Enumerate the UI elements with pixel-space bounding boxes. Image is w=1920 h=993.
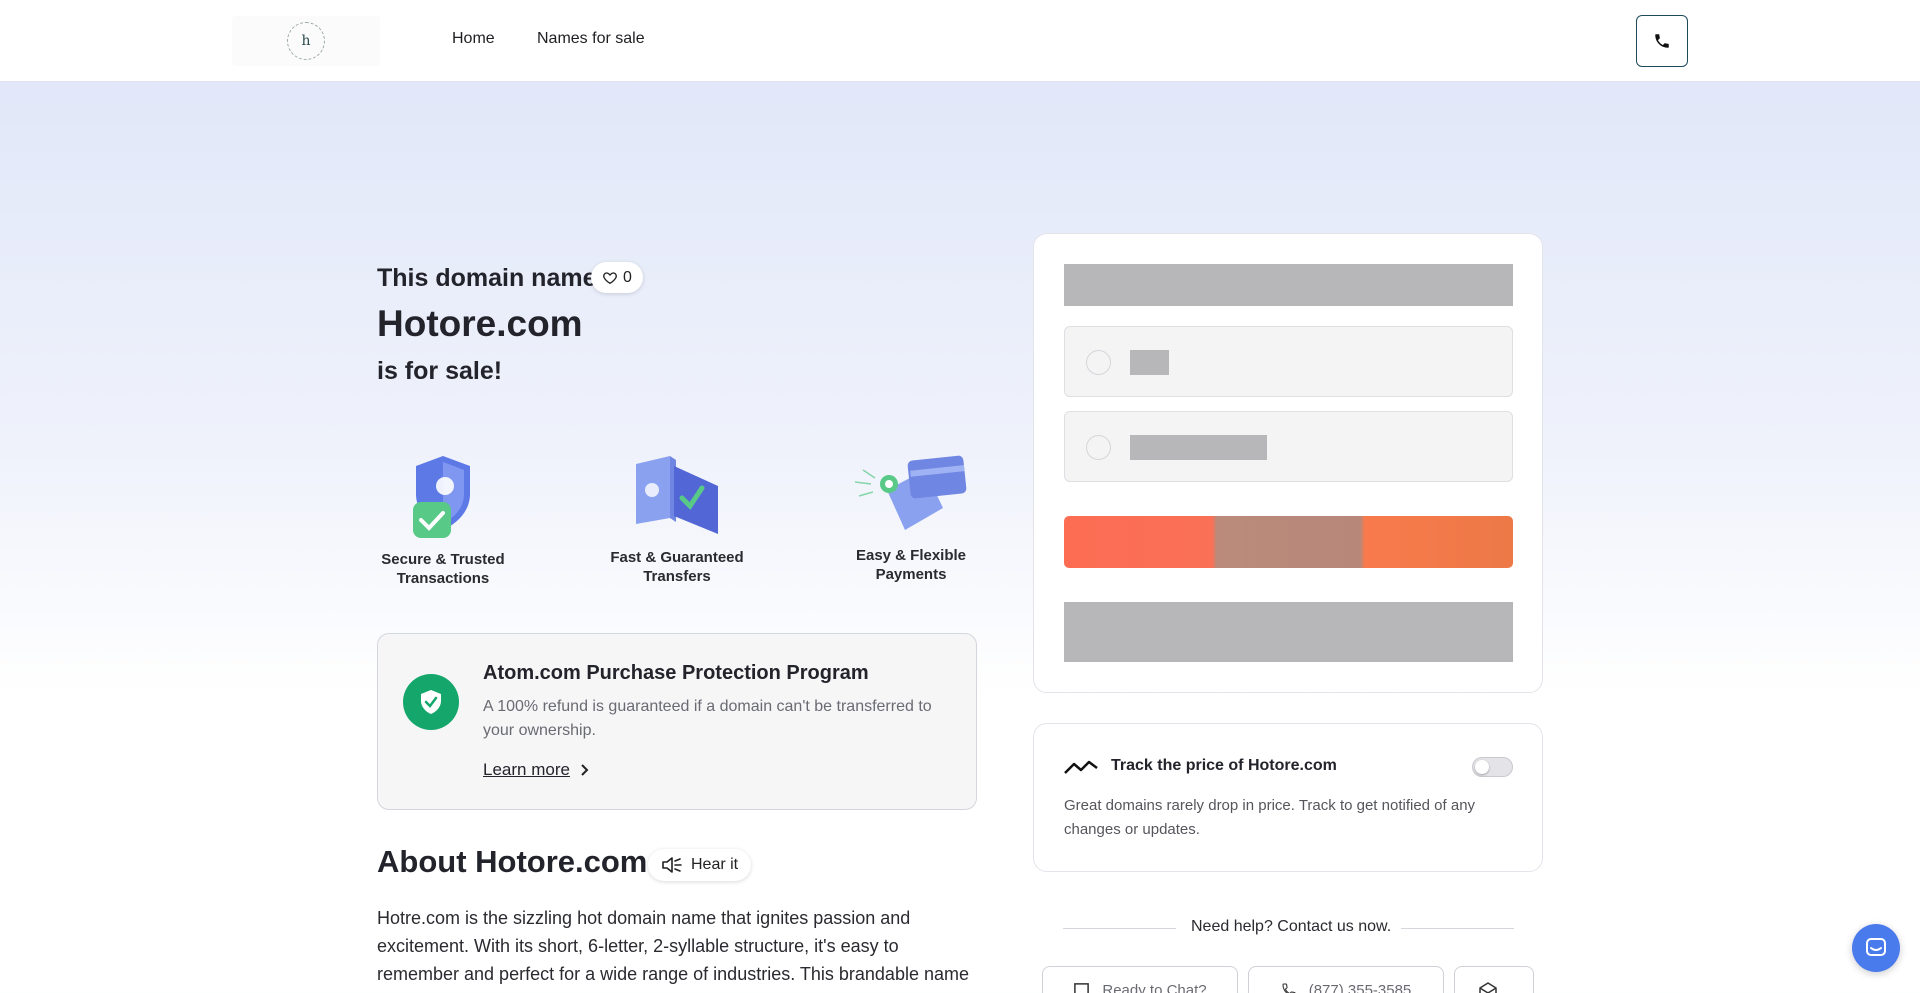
track-title: Track the price of Hotore.com	[1111, 757, 1337, 774]
protection-description: A 100% refund is guaranteed if a domain …	[483, 698, 932, 739]
trend-line-icon	[1064, 760, 1098, 774]
phone-icon	[1282, 983, 1296, 993]
feature-payments: Easy & Flexible Payments	[836, 452, 986, 584]
learn-more-link[interactable]: Learn more	[483, 760, 589, 780]
like-count: 0	[623, 268, 632, 286]
chat-icon	[1074, 983, 1090, 993]
option-radio[interactable]	[1086, 435, 1111, 460]
toggle-knob	[1475, 760, 1489, 774]
price-tracker-card: Track the price of Hotore.com Great doma…	[1033, 723, 1543, 872]
feature-transfers: Fast & Guaranteed Transfers	[602, 452, 752, 586]
nav-home[interactable]: Home	[452, 30, 495, 48]
hear-it-label: Hear it	[691, 856, 739, 873]
domain-title: Hotore.com	[377, 303, 583, 344]
phone-icon	[1655, 34, 1669, 48]
feature-transfers-label: Fast & Guaranteed Transfers	[610, 549, 744, 585]
heart-icon	[603, 271, 617, 284]
chat-button[interactable]: Ready to Chat?	[1042, 966, 1238, 993]
secondary-button-skeleton	[1064, 602, 1513, 662]
live-chat-launcher[interactable]	[1852, 924, 1900, 972]
divider	[1401, 928, 1514, 929]
like-button[interactable]: 0	[591, 262, 643, 293]
track-price-toggle[interactable]	[1472, 757, 1513, 777]
call-label: (877) 355-3585	[1308, 982, 1412, 993]
track-description: Great domains rarely drop in price. Trac…	[1064, 797, 1476, 838]
learn-more-label: Learn more	[483, 760, 570, 779]
buy-now-button[interactable]	[1064, 516, 1513, 568]
about-title: About Hotore.com	[377, 844, 648, 879]
payment-option-2[interactable]	[1064, 411, 1513, 482]
hear-it-button[interactable]: Hear it	[648, 849, 752, 881]
about-description: Hotre.com is the sizzling hot domain nam…	[377, 908, 969, 993]
shield-check-icon	[413, 456, 470, 538]
protection-title: Atom.com Purchase Protection Program	[483, 662, 869, 684]
divider	[1063, 928, 1176, 929]
payment-option-1[interactable]	[1064, 326, 1513, 397]
feature-secure-label: Secure & Trusted Transactions	[381, 551, 505, 587]
option-radio[interactable]	[1086, 350, 1111, 375]
phone-button[interactable]	[1636, 15, 1688, 67]
payment-cards-icon	[854, 455, 967, 530]
chevron-right-icon	[581, 764, 589, 776]
option-label-skeleton	[1130, 435, 1267, 460]
nav-names-for-sale[interactable]: Names for sale	[537, 30, 645, 48]
hero-intro: This domain name	[377, 264, 597, 292]
email-button[interactable]	[1454, 966, 1534, 993]
help-heading: Need help? Contact us now.	[1191, 918, 1392, 935]
site-header: h Home Names for sale	[0, 0, 1920, 82]
logo-mark: h	[287, 22, 325, 60]
feature-payments-label: Easy & Flexible Payments	[855, 547, 967, 583]
option-label-skeleton	[1130, 350, 1169, 375]
speaker-icon	[662, 857, 682, 873]
call-button[interactable]: (877) 355-3585	[1248, 966, 1444, 993]
feature-secure: Secure & Trusted Transactions	[368, 454, 518, 588]
purchase-panel	[1033, 233, 1543, 693]
transfer-folder-icon	[636, 456, 718, 534]
purchase-protection-card: Atom.com Purchase Protection Program A 1…	[377, 633, 977, 810]
site-logo[interactable]: h	[232, 16, 380, 66]
chat-label: Ready to Chat?	[1102, 982, 1207, 993]
shield-check-badge-icon	[403, 674, 459, 730]
price-skeleton	[1064, 264, 1513, 306]
chat-bubble-icon	[1866, 938, 1886, 956]
for-sale-text: is for sale!	[377, 357, 503, 385]
mail-icon	[1479, 982, 1497, 993]
